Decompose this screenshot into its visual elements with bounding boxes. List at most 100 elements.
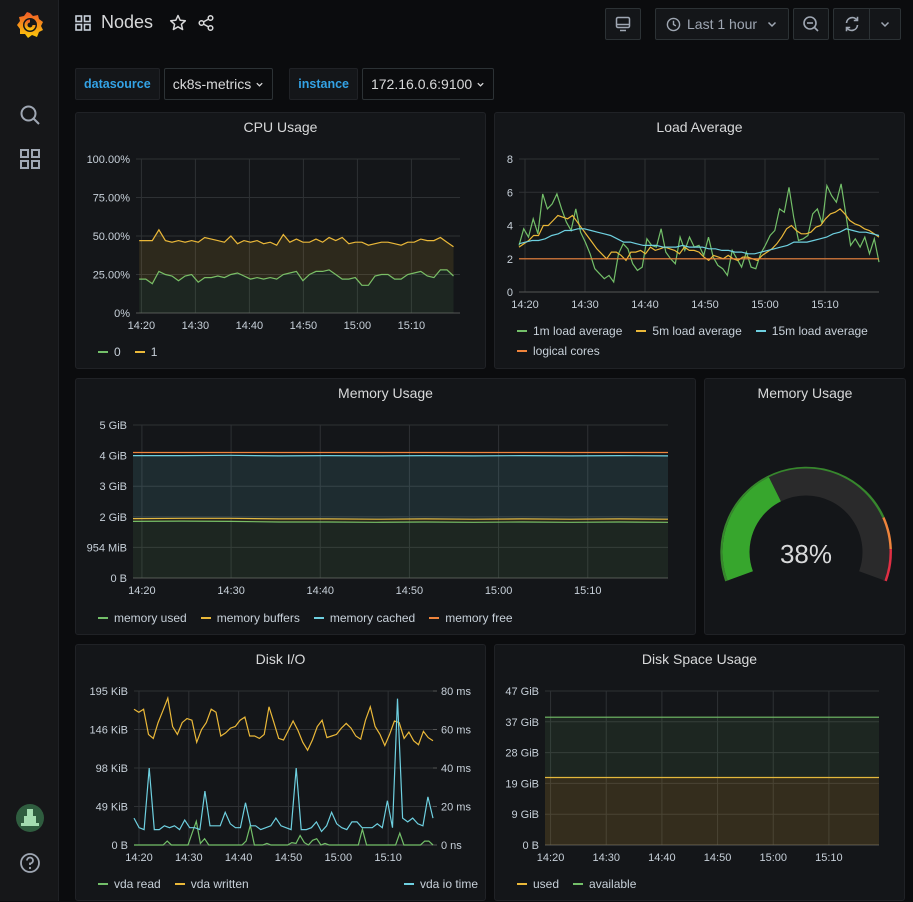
chevron-down-icon	[477, 82, 484, 87]
y-tick-label: 146 KiB	[89, 725, 128, 737]
x-tick-label: 14:20	[537, 852, 565, 864]
legend-swatch	[755, 330, 766, 332]
page-title[interactable]: Nodes	[101, 12, 153, 33]
legend-item[interactable]: 15m load average	[755, 324, 868, 338]
cpu-usage-chart: 0% 25.00% 50.00% 75.00% 100.00% 14:20 14:30 14:…	[87, 154, 460, 332]
legend-swatch	[313, 617, 324, 619]
x-tick-label: 15:00	[344, 320, 372, 332]
refresh-interval-dropdown[interactable]	[869, 8, 901, 40]
x-tick-label: 14:30	[592, 852, 620, 864]
memory-cached-line	[133, 454, 669, 457]
legend-swatch	[98, 883, 108, 885]
time-range-picker[interactable]: Last 1 hour	[655, 8, 789, 40]
memory-usage-chart: 0 B 954 MiB 2 GiB 3 GiB 4 GiB 5 GiB 14:20 14:30…	[87, 420, 669, 597]
gauge-value-arc	[722, 477, 782, 581]
zoom-out-button[interactable]	[793, 8, 829, 40]
search-nav[interactable]	[0, 100, 59, 130]
x-tick-label: 14:40	[648, 852, 676, 864]
legend-label: available	[589, 877, 637, 891]
legend: memory used memory buffers memory cached me…	[98, 611, 513, 625]
variable-label-instance: instance	[289, 68, 358, 100]
y-tick-label: 37 GiB	[505, 717, 539, 729]
legend-swatch	[134, 351, 145, 353]
y-tick-label: 50.00%	[93, 231, 131, 243]
dashboard-grid-icon	[75, 14, 91, 31]
legend-item[interactable]: memory free	[429, 611, 513, 625]
y2-tick-label: 60 ms	[441, 725, 471, 737]
legend: 1m load average 5m load average 15m load a…	[517, 324, 897, 358]
x-tick-label: 14:30	[182, 320, 210, 332]
panel-cpu-usage[interactable]: CPU Usage 0% 25.00% 50.00% 75.00% 100.00% 14:…	[75, 112, 486, 369]
legend-label: 1	[150, 345, 158, 359]
star-icon[interactable]	[169, 14, 187, 32]
user-avatar[interactable]	[0, 802, 59, 834]
legend-label: 5m load average	[652, 324, 742, 338]
template-variables: datasource ck8s-metrics instance 172.16.…	[75, 68, 506, 100]
y-tick-label: 954 MiB	[87, 542, 127, 554]
legend-label: used	[533, 877, 560, 891]
y-tick-label: 5 GiB	[99, 420, 127, 432]
variable-value: 172.16.0.6:9100	[370, 76, 473, 92]
legend-item[interactable]: vda written	[174, 877, 249, 891]
legend-item[interactable]: memory used	[98, 611, 187, 625]
x-tick-label: 15:00	[485, 585, 513, 597]
legend-item[interactable]: 1m load average	[517, 324, 622, 338]
legend-item[interactable]: vda io time	[403, 877, 478, 891]
share-icon[interactable]	[197, 14, 215, 32]
legend-swatch	[98, 617, 108, 619]
legend: 01	[98, 345, 157, 359]
legend-item[interactable]: 1	[134, 345, 158, 359]
grafana-logo[interactable]	[0, 8, 59, 42]
legend-item[interactable]: memory buffers	[200, 611, 300, 625]
y2-tick-label: 0 ns	[441, 840, 462, 852]
legend-item[interactable]: used	[517, 877, 559, 891]
panel-disk-io[interactable]: Disk I/O 0 B 49 KiB 98 KiB 146 KiB 195 KiB 0 …	[75, 644, 486, 901]
variable-select-instance[interactable]: 172.16.0.6:9100	[361, 68, 495, 100]
top-bar: Nodes Last 1 hour	[59, 0, 913, 50]
y-tick-label: 19 GiB	[505, 778, 539, 790]
sidebar	[0, 0, 59, 901]
legend-item[interactable]: 0	[98, 345, 121, 359]
x-tick-label: 14:30	[217, 585, 245, 597]
legend-swatch	[636, 330, 647, 332]
panel-memory-usage[interactable]: Memory Usage 0 B 954 MiB 2 GiB 3 GiB 4 GiB 5 …	[75, 378, 696, 635]
time-range-label: Last 1 hour	[687, 16, 758, 32]
legend-item[interactable]: memory cached	[313, 611, 415, 625]
tv-mode-button[interactable]	[605, 8, 641, 40]
x-tick-label: 14:20	[128, 320, 156, 332]
zoom-out-icon	[803, 16, 819, 32]
legend-label: memory used	[114, 611, 187, 625]
y-tick-label: 0	[507, 287, 513, 299]
x-tick-label: 14:20	[128, 585, 156, 597]
legend: vda read vda written vda io time	[98, 877, 478, 891]
y-tick-label: 0%	[114, 308, 130, 320]
y-tick-label: 6	[507, 187, 513, 199]
chevron-down-icon	[767, 21, 777, 28]
memory-used-area	[133, 521, 668, 578]
x-tick-label: 14:50	[275, 852, 303, 864]
refresh-button[interactable]	[833, 8, 869, 40]
variable-value: ck8s-metrics	[172, 76, 252, 92]
legend-item[interactable]: available	[573, 877, 636, 891]
panel-disk-space-usage[interactable]: Disk Space Usage 0 B9 GiB 19 GiB 28 GiB 37 …	[494, 644, 905, 901]
memory-gauge: 38%	[720, 466, 892, 582]
x-tick-label: 15:10	[815, 852, 843, 864]
x-tick-label: 14:50	[704, 852, 732, 864]
y2-tick-label: 80 ms	[441, 686, 471, 698]
legend-item[interactable]: vda read	[98, 877, 161, 891]
legend-item[interactable]: logical cores	[517, 344, 600, 358]
x-tick-label: 14:40	[631, 299, 659, 311]
legend-item[interactable]: 5m load average	[636, 324, 742, 338]
variable-select-datasource[interactable]: ck8s-metrics	[163, 68, 274, 100]
x-tick-label: 15:00	[759, 852, 787, 864]
x-tick-label: 15:00	[751, 299, 779, 311]
dashboards-nav[interactable]	[0, 144, 59, 174]
help-nav[interactable]	[0, 850, 59, 876]
legend-label: vda read	[114, 877, 161, 891]
legend-label: vda io time	[419, 877, 478, 891]
legend-label: memory buffers	[216, 611, 300, 625]
y-tick-label: 0 B	[111, 840, 128, 852]
x-tick-label: 14:50	[290, 320, 318, 332]
panel-memory-gauge[interactable]: Memory Usage 38%	[704, 378, 906, 635]
panel-load-average[interactable]: Load Average 0 2 4 6 8 14:20 14:30 14:40 14:50 15…	[494, 112, 905, 369]
